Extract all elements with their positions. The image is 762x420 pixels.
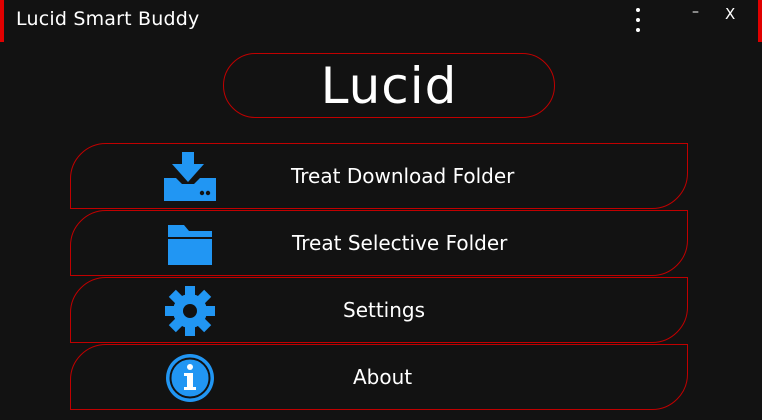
menu-item-label: Treat Selective Folder bbox=[292, 231, 508, 255]
kebab-menu-icon[interactable] bbox=[630, 8, 646, 32]
treat-selective-folder-button[interactable]: Treat Selective Folder bbox=[70, 210, 688, 276]
settings-button[interactable]: Settings bbox=[70, 277, 688, 343]
window-title: Lucid Smart Buddy bbox=[16, 8, 200, 30]
brand-title: Lucid bbox=[223, 53, 555, 118]
info-icon bbox=[161, 353, 219, 403]
close-button[interactable]: X bbox=[725, 5, 735, 23]
window-edge-right bbox=[758, 0, 762, 42]
about-button[interactable]: About bbox=[70, 344, 688, 410]
folder-icon bbox=[161, 219, 219, 269]
download-icon bbox=[161, 152, 219, 202]
menu-item-label: About bbox=[353, 365, 413, 389]
minimize-button[interactable]: – bbox=[692, 4, 699, 20]
gear-icon bbox=[161, 286, 219, 336]
window-edge-left bbox=[0, 0, 4, 42]
menu-item-label: Settings bbox=[343, 298, 426, 322]
treat-download-folder-button[interactable]: Treat Download Folder bbox=[70, 143, 688, 209]
menu-item-label: Treat Download Folder bbox=[291, 164, 515, 188]
